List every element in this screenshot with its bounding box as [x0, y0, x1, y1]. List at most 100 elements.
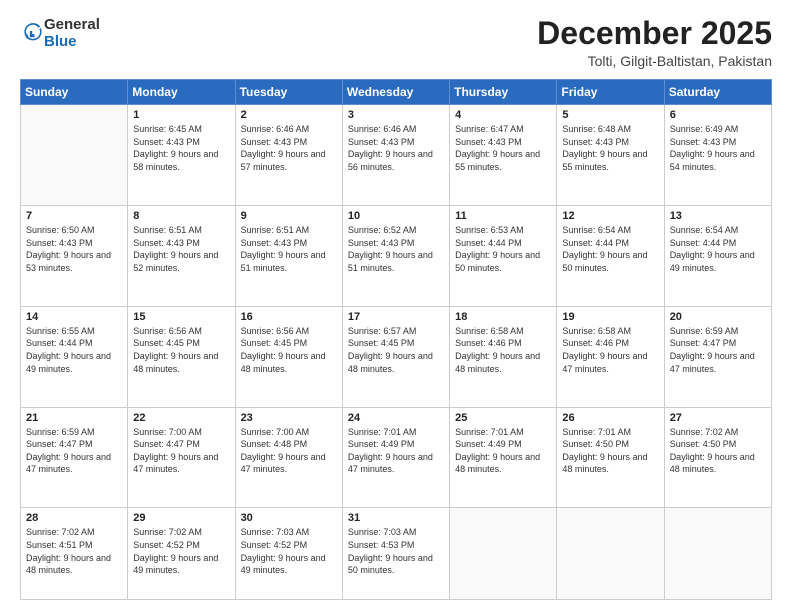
col-wednesday: Wednesday — [342, 80, 449, 105]
day-info: Sunrise: 6:51 AMSunset: 4:43 PMDaylight:… — [241, 224, 337, 274]
day-number: 29 — [133, 512, 229, 524]
page: General Blue December 2025 Tolti, Gilgit… — [0, 0, 792, 612]
day-number: 26 — [562, 412, 658, 424]
calendar-cell: 13 Sunrise: 6:54 AMSunset: 4:44 PMDayligh… — [664, 205, 771, 306]
day-info: Sunrise: 7:01 AMSunset: 4:50 PMDaylight:… — [562, 426, 658, 476]
calendar-week-5: 28 Sunrise: 7:02 AMSunset: 4:51 PMDayligh… — [21, 508, 772, 600]
day-number: 15 — [133, 311, 229, 323]
day-number: 18 — [455, 311, 551, 323]
day-number: 28 — [26, 512, 122, 524]
day-info: Sunrise: 7:00 AMSunset: 4:48 PMDaylight:… — [241, 426, 337, 476]
day-info: Sunrise: 6:45 AMSunset: 4:43 PMDaylight:… — [133, 123, 229, 173]
day-number: 19 — [562, 311, 658, 323]
calendar-cell: 23 Sunrise: 7:00 AMSunset: 4:48 PMDayligh… — [235, 407, 342, 508]
day-number: 12 — [562, 210, 658, 222]
logo: General Blue — [20, 16, 100, 51]
day-number: 2 — [241, 109, 337, 121]
col-saturday: Saturday — [664, 80, 771, 105]
day-info: Sunrise: 7:01 AMSunset: 4:49 PMDaylight:… — [455, 426, 551, 476]
day-info: Sunrise: 7:01 AMSunset: 4:49 PMDaylight:… — [348, 426, 444, 476]
calendar-cell: 25 Sunrise: 7:01 AMSunset: 4:49 PMDayligh… — [450, 407, 557, 508]
day-info: Sunrise: 6:54 AMSunset: 4:44 PMDaylight:… — [670, 224, 766, 274]
subtitle: Tolti, Gilgit-Baltistan, Pakistan — [537, 53, 772, 69]
calendar-cell: 31 Sunrise: 7:03 AMSunset: 4:53 PMDayligh… — [342, 508, 449, 600]
calendar-cell — [557, 508, 664, 600]
col-tuesday: Tuesday — [235, 80, 342, 105]
day-info: Sunrise: 6:54 AMSunset: 4:44 PMDaylight:… — [562, 224, 658, 274]
day-info: Sunrise: 6:59 AMSunset: 4:47 PMDaylight:… — [670, 325, 766, 375]
day-info: Sunrise: 7:00 AMSunset: 4:47 PMDaylight:… — [133, 426, 229, 476]
calendar-cell: 11 Sunrise: 6:53 AMSunset: 4:44 PMDayligh… — [450, 205, 557, 306]
calendar-cell: 1 Sunrise: 6:45 AMSunset: 4:43 PMDaylight… — [128, 105, 235, 206]
day-number: 25 — [455, 412, 551, 424]
calendar-cell: 24 Sunrise: 7:01 AMSunset: 4:49 PMDayligh… — [342, 407, 449, 508]
day-info: Sunrise: 7:02 AMSunset: 4:52 PMDaylight:… — [133, 526, 229, 576]
calendar-cell — [21, 105, 128, 206]
logo-general-text: General — [44, 16, 100, 33]
day-info: Sunrise: 6:46 AMSunset: 4:43 PMDaylight:… — [348, 123, 444, 173]
calendar-cell: 6 Sunrise: 6:49 AMSunset: 4:43 PMDaylight… — [664, 105, 771, 206]
calendar-cell: 3 Sunrise: 6:46 AMSunset: 4:43 PMDaylight… — [342, 105, 449, 206]
calendar-cell: 12 Sunrise: 6:54 AMSunset: 4:44 PMDayligh… — [557, 205, 664, 306]
calendar-cell: 29 Sunrise: 7:02 AMSunset: 4:52 PMDayligh… — [128, 508, 235, 600]
day-info: Sunrise: 6:58 AMSunset: 4:46 PMDaylight:… — [455, 325, 551, 375]
day-info: Sunrise: 6:51 AMSunset: 4:43 PMDaylight:… — [133, 224, 229, 274]
day-info: Sunrise: 6:46 AMSunset: 4:43 PMDaylight:… — [241, 123, 337, 173]
day-number: 13 — [670, 210, 766, 222]
day-number: 17 — [348, 311, 444, 323]
day-number: 3 — [348, 109, 444, 121]
day-info: Sunrise: 6:55 AMSunset: 4:44 PMDaylight:… — [26, 325, 122, 375]
day-info: Sunrise: 7:02 AMSunset: 4:51 PMDaylight:… — [26, 526, 122, 576]
calendar-week-3: 14Sunrise: 6:55 AMSunset: 4:44 PMDayligh… — [21, 306, 772, 407]
day-number: 22 — [133, 412, 229, 424]
day-info: Sunrise: 7:02 AMSunset: 4:50 PMDaylight:… — [670, 426, 766, 476]
day-info: Sunrise: 6:53 AMSunset: 4:44 PMDaylight:… — [455, 224, 551, 274]
day-number: 1 — [133, 109, 229, 121]
day-number: 7 — [26, 210, 122, 222]
calendar-cell: 28 Sunrise: 7:02 AMSunset: 4:51 PMDayligh… — [21, 508, 128, 600]
calendar-cell: 10 Sunrise: 6:52 AMSunset: 4:43 PMDayligh… — [342, 205, 449, 306]
day-number: 24 — [348, 412, 444, 424]
calendar-cell: 17 Sunrise: 6:57 AMSunset: 4:45 PMDayligh… — [342, 306, 449, 407]
calendar-cell: 7 Sunrise: 6:50 AMSunset: 4:43 PMDaylight… — [21, 205, 128, 306]
day-info: Sunrise: 6:47 AMSunset: 4:43 PMDaylight:… — [455, 123, 551, 173]
calendar-cell: 26 Sunrise: 7:01 AMSunset: 4:50 PMDayligh… — [557, 407, 664, 508]
day-number: 11 — [455, 210, 551, 222]
header: General Blue December 2025 Tolti, Gilgit… — [20, 16, 772, 69]
day-number: 9 — [241, 210, 337, 222]
day-number: 8 — [133, 210, 229, 222]
main-title: December 2025 — [537, 16, 772, 51]
day-number: 31 — [348, 512, 444, 524]
calendar-table: Sunday Monday Tuesday Wednesday Thursday… — [20, 79, 772, 600]
calendar-cell: 9 Sunrise: 6:51 AMSunset: 4:43 PMDaylight… — [235, 205, 342, 306]
calendar-week-2: 7 Sunrise: 6:50 AMSunset: 4:43 PMDaylight… — [21, 205, 772, 306]
calendar-cell: 22 Sunrise: 7:00 AMSunset: 4:47 PMDayligh… — [128, 407, 235, 508]
calendar-cell: 27 Sunrise: 7:02 AMSunset: 4:50 PMDayligh… — [664, 407, 771, 508]
day-number: 6 — [670, 109, 766, 121]
calendar-cell: 2 Sunrise: 6:46 AMSunset: 4:43 PMDaylight… — [235, 105, 342, 206]
calendar-cell — [664, 508, 771, 600]
day-number: 16 — [241, 311, 337, 323]
day-number: 10 — [348, 210, 444, 222]
day-info: Sunrise: 6:58 AMSunset: 4:46 PMDaylight:… — [562, 325, 658, 375]
logo-icon — [22, 20, 44, 42]
day-info: Sunrise: 6:49 AMSunset: 4:43 PMDaylight:… — [670, 123, 766, 173]
col-thursday: Thursday — [450, 80, 557, 105]
day-number: 27 — [670, 412, 766, 424]
day-number: 4 — [455, 109, 551, 121]
day-info: Sunrise: 7:03 AMSunset: 4:52 PMDaylight:… — [241, 526, 337, 576]
calendar-week-4: 21Sunrise: 6:59 AMSunset: 4:47 PMDayligh… — [21, 407, 772, 508]
day-number: 23 — [241, 412, 337, 424]
day-info: Sunrise: 6:52 AMSunset: 4:43 PMDaylight:… — [348, 224, 444, 274]
calendar-cell: 19 Sunrise: 6:58 AMSunset: 4:46 PMDayligh… — [557, 306, 664, 407]
day-number: 21 — [26, 412, 122, 424]
day-info: Sunrise: 7:03 AMSunset: 4:53 PMDaylight:… — [348, 526, 444, 576]
calendar-cell: 15Sunrise: 6:56 AMSunset: 4:45 PMDayligh… — [128, 306, 235, 407]
calendar-cell: 20 Sunrise: 6:59 AMSunset: 4:47 PMDayligh… — [664, 306, 771, 407]
day-info: Sunrise: 6:50 AMSunset: 4:43 PMDaylight:… — [26, 224, 122, 274]
day-info: Sunrise: 6:56 AMSunset: 4:45 PMDaylight:… — [241, 325, 337, 375]
day-info: Sunrise: 6:57 AMSunset: 4:45 PMDaylight:… — [348, 325, 444, 375]
logo-blue-text: Blue — [44, 33, 77, 50]
day-number: 20 — [670, 311, 766, 323]
col-friday: Friday — [557, 80, 664, 105]
